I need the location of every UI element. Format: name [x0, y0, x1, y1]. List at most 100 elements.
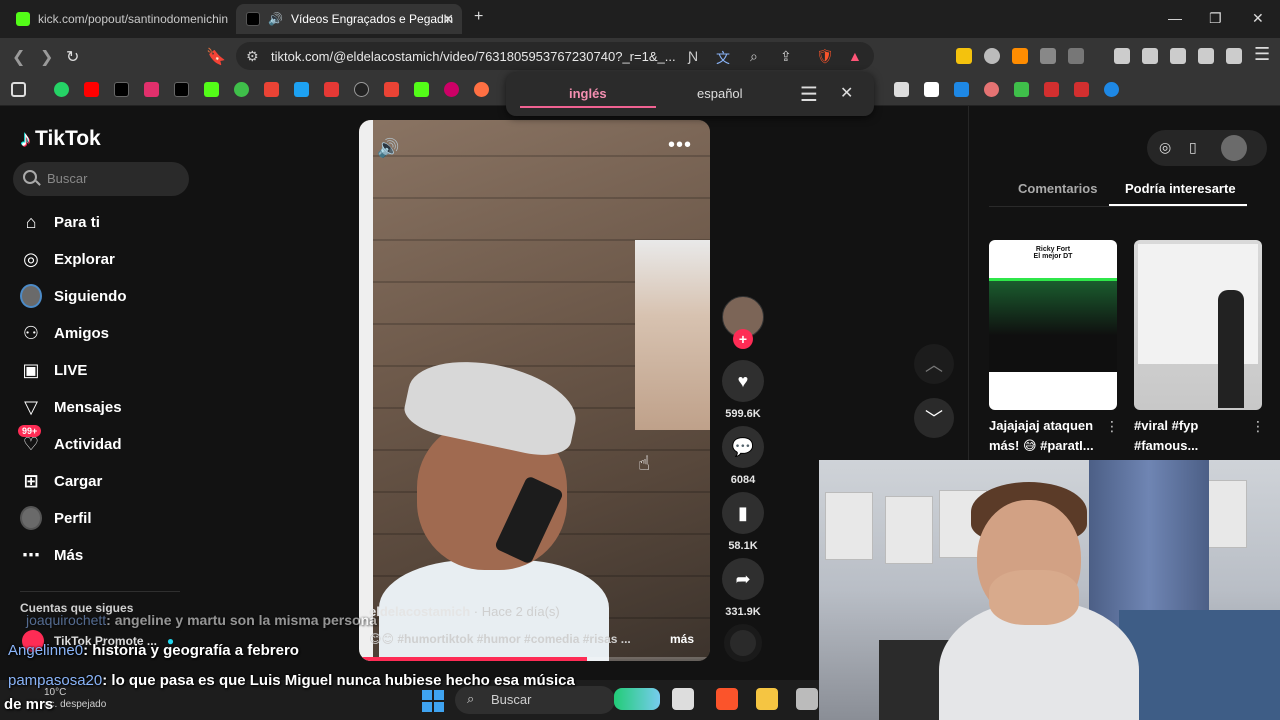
tab-comentarios[interactable]: Comentarios [1018, 181, 1097, 196]
share-icon[interactable]: ⇪ [780, 48, 792, 65]
weather-widget[interactable]: 10°C ac. despejado [44, 687, 106, 711]
nav-item-para-ti[interactable]: ⌂ Para ti [20, 208, 100, 236]
more-options-icon[interactable]: ••• [668, 134, 692, 157]
zoom-icon[interactable]: ⌕ [750, 48, 758, 65]
kick-icon[interactable] [414, 82, 429, 97]
bookmark-site-icon[interactable] [984, 82, 999, 97]
nav-item-live[interactable]: ▣ LIVE [20, 356, 87, 384]
wallet-icon[interactable] [1170, 48, 1186, 64]
new-tab-button[interactable]: + [474, 8, 483, 26]
leo-ai-icon[interactable] [1198, 48, 1214, 64]
volume-icon[interactable]: 🔊 [377, 138, 399, 159]
taskbar-app-icon[interactable] [796, 688, 818, 710]
url-bar[interactable]: ⚙ tiktok.com/@eldelacostamich/video/7631… [236, 42, 874, 70]
video-player[interactable]: 🔊 ••• eldelacostamich · Hace 2 día(s) 😊😊… [359, 120, 710, 661]
extension-icon[interactable] [1012, 48, 1028, 64]
minimize-icon[interactable]: — [1168, 10, 1182, 26]
thumbnail-menu-icon[interactable]: ⋮ [1105, 418, 1119, 435]
bookmark-site-icon[interactable] [1104, 82, 1119, 97]
bookmark-icon[interactable]: 🔖 [206, 47, 226, 67]
thumbnail-title[interactable]: #viral #fyp #famous... [1134, 416, 1246, 456]
windows-start-icon[interactable] [422, 690, 444, 712]
bookmark-site-icon[interactable] [924, 82, 939, 97]
close-window-icon[interactable]: ✕ [1252, 10, 1264, 27]
tiktok-icon[interactable] [114, 82, 129, 97]
bookmark-site-icon[interactable] [294, 82, 309, 97]
translate-menu-icon[interactable]: ☰ [800, 82, 818, 107]
bookmark-site-icon[interactable] [354, 82, 369, 97]
video-author[interactable]: eldelacostamich · Hace 2 día(s) [369, 604, 560, 619]
nav-item-perfil[interactable]: Perfil [20, 504, 92, 532]
apps-grid-icon[interactable] [11, 82, 26, 97]
share-icon[interactable]: ➦ [722, 558, 764, 600]
speaker-icon[interactable]: 🔊 [268, 12, 283, 26]
instagram-icon[interactable] [144, 82, 159, 97]
compass-icon[interactable]: ◎ [1159, 139, 1171, 156]
back-icon[interactable]: ❮ [12, 47, 25, 67]
menu-icon[interactable]: ☰ [1254, 44, 1270, 65]
recommended-thumbnail[interactable]: Ricky Fort El mejor DT [989, 240, 1117, 410]
kick-icon[interactable] [204, 82, 219, 97]
translate-icon[interactable]: 文 [716, 48, 730, 68]
file-explorer-icon[interactable] [756, 688, 778, 710]
nav-item-cargar[interactable]: ⊞ Cargar [20, 467, 102, 495]
heart-icon[interactable]: ♥ [722, 360, 764, 402]
target-language-tab[interactable]: español [697, 86, 743, 101]
music-icon[interactable] [1114, 48, 1130, 64]
bookmark-site-icon[interactable] [1044, 82, 1059, 97]
extension-icon[interactable] [956, 48, 972, 64]
bookmark-site-icon[interactable] [894, 82, 909, 97]
x-icon[interactable] [174, 82, 189, 97]
bookmark-site-icon[interactable] [1014, 82, 1029, 97]
music-disc-icon[interactable] [724, 624, 762, 662]
bookmark-site-icon[interactable] [1074, 82, 1089, 97]
bookmark-icon[interactable]: ▮ [722, 492, 764, 534]
bookmark-site-icon[interactable] [954, 82, 969, 97]
task-view-icon[interactable] [672, 688, 694, 710]
tiktok-logo[interactable]: ♪ TikTok [20, 126, 101, 152]
maximize-icon[interactable]: ❐ [1209, 10, 1222, 27]
thumbnail-title[interactable]: Jajajajaj ataquen más! 😅 #paratI... [989, 416, 1101, 456]
save-action[interactable]: ▮ 58.1K [722, 492, 764, 552]
comment-action[interactable]: 💬 6084 [722, 426, 764, 486]
extension-icon[interactable] [1068, 48, 1084, 64]
tab-podria-interesarte[interactable]: Podría interesarte [1125, 181, 1236, 196]
nav-item-amigos[interactable]: ⚇ Amigos [20, 319, 109, 347]
gmail-icon[interactable] [384, 82, 399, 97]
source-language-tab[interactable]: inglés [569, 86, 607, 101]
sidebar-icon[interactable] [1142, 48, 1158, 64]
close-tab-icon[interactable]: ✕ [442, 11, 454, 28]
whatsapp-icon[interactable] [54, 82, 69, 97]
bookmark-site-icon[interactable] [234, 82, 249, 97]
like-action[interactable]: ♥ 599.6K [722, 360, 764, 420]
vpn-icon[interactable] [1226, 48, 1242, 64]
reader-off-icon[interactable]: Ɲ [688, 48, 698, 64]
phone-icon[interactable]: ▯ [1189, 139, 1197, 156]
reload-icon[interactable]: ↻ [66, 47, 79, 67]
previous-video-button[interactable]: ︿ [914, 344, 954, 384]
nav-item-mas[interactable]: ⋯ Más [20, 541, 83, 569]
brave-rewards-icon[interactable]: ▲ [848, 48, 862, 64]
site-info-icon[interactable]: ⚙ [246, 48, 259, 65]
nav-item-mensajes[interactable]: ▽ Mensajes [20, 393, 121, 421]
follow-button[interactable]: + [733, 329, 753, 349]
forward-icon[interactable]: ❯ [40, 47, 53, 67]
more-button[interactable]: más [670, 632, 694, 646]
gmail-icon[interactable] [264, 82, 279, 97]
video-progress-bar[interactable] [359, 657, 710, 661]
comment-icon[interactable]: 💬 [722, 426, 764, 468]
bookmark-site-icon[interactable] [474, 82, 489, 97]
close-icon[interactable]: ✕ [840, 83, 853, 103]
nav-item-explorar[interactable]: ◎ Explorar [20, 245, 115, 273]
next-video-button[interactable]: ﹀ [914, 398, 954, 438]
taskbar-search[interactable]: ⌕ Buscar [455, 686, 615, 714]
browser-tab-tiktok[interactable]: 🔊 Vídeos Engraçados e Pegadin ✕ [236, 4, 462, 34]
bookmark-site-icon[interactable] [324, 82, 339, 97]
nav-item-siguiendo[interactable]: Siguiendo [20, 282, 127, 310]
youtube-icon[interactable] [84, 82, 99, 97]
extensions-puzzle-icon[interactable] [1040, 48, 1056, 64]
browser-tab-kick[interactable]: kick.com/popout/santinodomenichin [6, 4, 232, 34]
share-action[interactable]: ➦ 331.9K [722, 558, 764, 618]
user-avatar[interactable] [1221, 135, 1247, 161]
brave-shields-icon[interactable]: 🛡 [816, 48, 834, 65]
